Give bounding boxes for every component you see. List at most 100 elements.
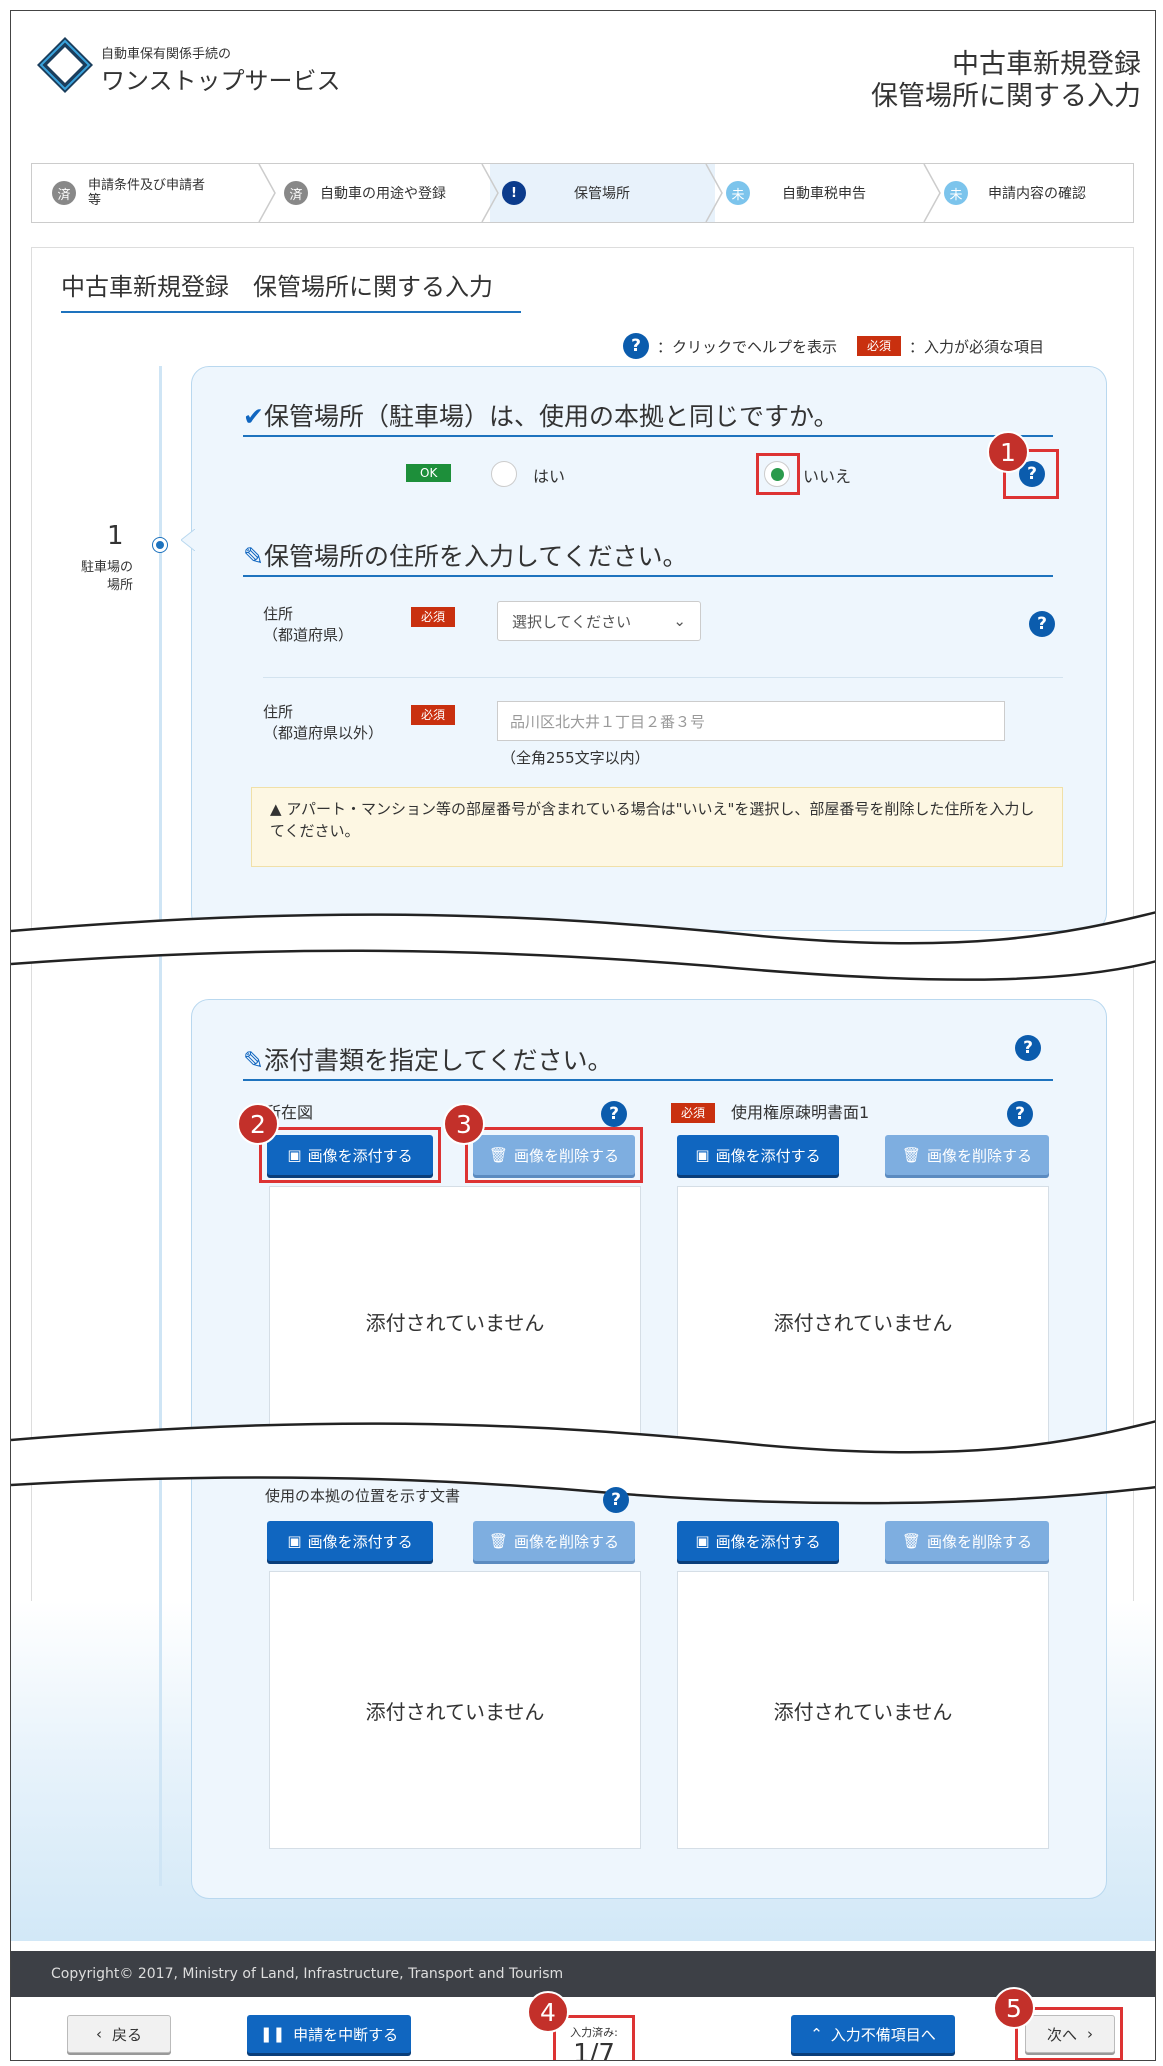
progress-value: 1/7	[573, 2039, 615, 2061]
trash-icon: 🗑	[901, 1532, 922, 1550]
back-label: 戻る	[111, 2025, 142, 2044]
help-legend: ? ：クリックでヘルプを表示 必須 ：入力が必須な項目	[623, 333, 1044, 359]
radio-no-label[interactable]: いいえ	[803, 463, 851, 487]
step-done-icon: 済	[52, 181, 76, 205]
highlight-delete	[465, 1127, 643, 1183]
callout-badge-5: 5	[993, 1987, 1035, 2029]
timeline-number: 1	[107, 521, 124, 551]
help-icon[interactable]: ?	[1007, 1101, 1033, 1127]
help-icon[interactable]: ?	[1029, 611, 1055, 637]
page-header-title: 中古車新規登録 保管場所に関する入力	[871, 49, 1141, 113]
pause-icon: ❚❚	[259, 2025, 286, 2043]
step-current-icon: !	[502, 181, 526, 205]
addr-label-2: （都道府県以外）	[263, 724, 384, 742]
chevron-right-icon	[258, 164, 276, 222]
attach-title: ✎添付書類を指定してください。	[243, 1041, 612, 1077]
highlight-radio-no	[756, 453, 800, 495]
required-legend-text: ：入力が必須な項目	[909, 337, 1045, 356]
edit-icon: ✎	[243, 1046, 264, 1075]
attach-title-text: 添付書類を指定してください。	[263, 1046, 613, 1075]
doc2-label: 使用権原疎明書面1	[731, 1103, 870, 1122]
image-preview-empty: 添付されていません	[677, 1571, 1049, 1849]
empty-text: 添付されていません	[773, 1699, 953, 1724]
required-badge: 必須	[671, 1103, 716, 1123]
footer: Copyright© 2017, Ministry of Land, Infra…	[11, 1951, 1155, 1997]
warning-box: ▲ アパート・マンション等の部屋番号が含まれている場合は"いいえ"を選択し、部屋…	[251, 787, 1063, 867]
warning-text: アパート・マンション等の部屋番号が含まれている場合は"いいえ"を選択し、部屋番号…	[270, 800, 1035, 840]
attach-image-button[interactable]: ▣ 画像を添付する	[677, 1135, 839, 1175]
check-icon: ✔	[243, 402, 264, 431]
help-icon[interactable]: ?	[603, 1487, 629, 1513]
attach-button-label: 画像を添付する	[307, 1532, 413, 1551]
delete-button-label: 画像を削除する	[927, 1146, 1033, 1165]
chevron-right-icon	[481, 164, 499, 222]
suspend-button[interactable]: ❚❚ 申請を中断する	[247, 2015, 411, 2053]
chevron-down-icon: ⌄	[673, 612, 686, 630]
address-char-limit: （全角255文字以内）	[501, 749, 650, 767]
header-title-line2: 保管場所に関する入力	[871, 81, 1141, 112]
delete-image-button[interactable]: 🗑 画像を削除する	[885, 1135, 1049, 1175]
step-label: 自動車税申告	[782, 186, 866, 202]
header-title-line1: 中古車新規登録	[952, 49, 1141, 80]
logo-icon	[37, 37, 93, 93]
prefecture-select-value: 選択してください	[512, 612, 632, 631]
trash-icon: 🗑	[488, 1532, 509, 1550]
empty-text: 添付されていません	[365, 1310, 545, 1335]
q2-title-text: 保管場所の住所を入力してください。	[263, 542, 688, 571]
step-label: 自動車の用途や登録	[320, 186, 446, 202]
incomplete-label: 入力不備項目へ	[830, 2025, 936, 2044]
logo-title: ワンストップサービス	[101, 67, 341, 95]
incomplete-items-button[interactable]: ⌃ 入力不備項目へ	[791, 2015, 955, 2053]
radio-yes-label[interactable]: はい	[533, 463, 565, 487]
attach-icon: ▣	[287, 1532, 302, 1550]
callout-badge-2: 2	[237, 1103, 279, 1145]
required-badge: 必須	[411, 705, 456, 725]
page-frame: 自動車保有関係手続の ワンストップサービス 中古車新規登録 保管場所に関する入力…	[10, 10, 1156, 2061]
attach-image-button[interactable]: ▣ 画像を添付する	[677, 1521, 839, 1561]
title-underline	[61, 311, 521, 313]
help-icon[interactable]: ?	[1015, 1035, 1041, 1061]
pref-label-1: 住所	[263, 605, 294, 623]
callout-badge-3: 3	[443, 1103, 485, 1145]
callout-badge-1: 1	[987, 431, 1029, 473]
delete-image-button[interactable]: 🗑 画像を削除する	[885, 1521, 1049, 1561]
doc3-label: 使用の本拠の位置を示す文書	[265, 1487, 461, 1505]
step-applicant: 済 申請条件及び申請者等	[52, 164, 232, 222]
required-badge: 必須	[411, 607, 456, 627]
empty-text: 添付されていません	[365, 1699, 545, 1724]
required-badge: 必須	[857, 336, 902, 356]
edit-icon: ✎	[243, 542, 264, 571]
empty-text: 添付されていません	[773, 1310, 953, 1335]
image-preview-empty: 添付されていません	[269, 1571, 641, 1849]
attach-underline	[243, 1079, 1053, 1081]
chevron-left-icon: ‹	[95, 2025, 102, 2043]
attach-image-button[interactable]: ▣ 画像を添付する	[267, 1521, 433, 1561]
double-chevron-up-icon: ⌃	[810, 2025, 823, 2043]
step-vehicle-use: 済 自動車の用途や登録	[284, 164, 484, 222]
address-input[interactable]: 品川区北大井１丁目２番３号	[497, 701, 1005, 741]
callout-badge-4: 4	[527, 1991, 569, 2033]
prefecture-select[interactable]: 選択してください ⌄	[497, 601, 701, 641]
attach-icon: ▣	[695, 1532, 710, 1550]
addr-label-1: 住所	[263, 703, 294, 721]
pref-label-2: （都道府県）	[263, 626, 354, 644]
delete-image-button[interactable]: 🗑 画像を削除する	[473, 1521, 635, 1561]
step-done-icon: 済	[284, 181, 308, 205]
step-vehicle-tax: 未 自動車税申告	[726, 164, 926, 222]
ok-badge: OK	[406, 464, 452, 482]
back-button[interactable]: ‹ 戻る	[67, 2015, 171, 2053]
delete-button-label: 画像を削除する	[514, 1532, 620, 1551]
copyright-text: Copyright© 2017, Ministry of Land, Infra…	[51, 1966, 564, 1982]
timeline-line	[159, 366, 162, 1886]
radio-yes[interactable]	[491, 461, 517, 487]
panel-pointer	[181, 529, 195, 551]
chevron-right-icon	[923, 164, 941, 222]
help-icon[interactable]: ?	[601, 1101, 627, 1127]
timeline-label: 駐車場の場所	[80, 560, 133, 593]
step-parking: ! 保管場所	[502, 164, 702, 222]
divider	[263, 677, 1063, 678]
q1-underline	[243, 435, 1053, 437]
trash-icon: 🗑	[901, 1146, 922, 1164]
page-title: 中古車新規登録 保管場所に関する入力	[61, 273, 493, 301]
q1-title-text: 保管場所（駐車場）は、使用の本拠と同じですか。	[263, 402, 839, 431]
